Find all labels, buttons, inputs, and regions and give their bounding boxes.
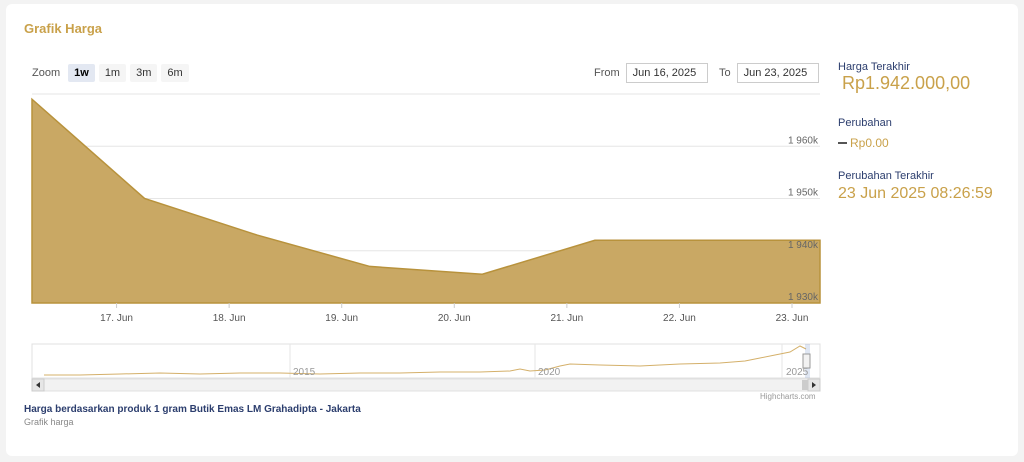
scrollbar-track[interactable] (31, 378, 821, 392)
change-label: Perubahan (838, 117, 892, 129)
navigator-year-2025: 2025 (786, 367, 809, 378)
x-tick-label: 18. Jun (213, 313, 246, 324)
y-tick-label: 1 940k (788, 240, 819, 251)
scrollbar-thumb[interactable] (802, 380, 808, 390)
last-change-value: 23 Jun 2025 08:26:59 (838, 185, 993, 202)
x-tick-label: 20. Jun (438, 313, 471, 324)
y-tick-label: 1 930k (788, 292, 819, 303)
y-tick-label: 1 950k (788, 188, 819, 199)
last-change-label: Perubahan Terakhir (838, 170, 934, 182)
navigator-handle[interactable] (802, 353, 811, 369)
navigator-year-2015: 2015 (293, 367, 316, 378)
x-tick-label: 19. Jun (325, 313, 358, 324)
minus-icon (838, 141, 847, 144)
change-value: Rp0.00 (838, 134, 889, 152)
x-tick-label: 17. Jun (100, 313, 133, 324)
navigator-year-2020: 2020 (538, 367, 561, 378)
y-tick-label: 1 960k (788, 135, 819, 146)
price-area (31, 97, 821, 304)
footer-subtitle: Grafik harga (24, 417, 74, 427)
x-tick-label: 21. Jun (550, 313, 583, 324)
chart-credits[interactable]: Highcharts.com (760, 392, 816, 401)
footer-title: Harga berdasarkan produk 1 gram Butik Em… (24, 404, 361, 415)
x-tick-label: 23. Jun (776, 313, 809, 324)
x-tick-label: 22. Jun (663, 313, 696, 324)
last-price-value: Rp1.942.000,00 (842, 73, 971, 93)
